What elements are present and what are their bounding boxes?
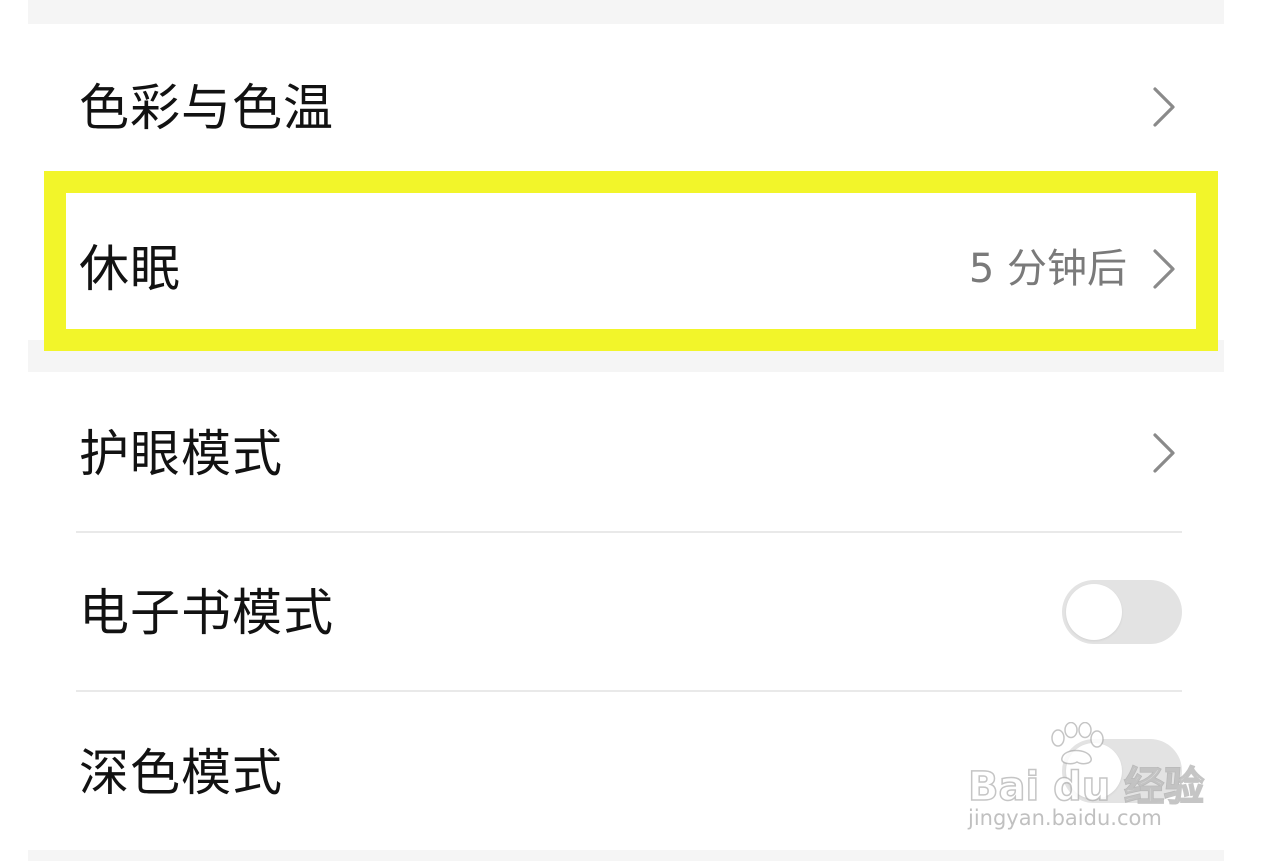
ebook-mode-label: 电子书模式 xyxy=(79,584,334,642)
eye-comfort-row[interactable]: 护眼模式 xyxy=(28,372,1224,532)
section-gap-top xyxy=(28,0,1224,24)
color-temperature-label: 色彩与色温 xyxy=(79,79,334,137)
sleep-row[interactable]: 休眠 5 分钟后 xyxy=(28,184,1224,340)
eye-comfort-label: 护眼模式 xyxy=(79,425,283,483)
toggle-knob xyxy=(1066,584,1122,640)
chevron-right-icon xyxy=(1146,247,1180,291)
section-gap-middle xyxy=(28,340,1224,372)
sleep-value: 5 分钟后 xyxy=(968,246,1127,292)
dark-mode-toggle[interactable] xyxy=(1062,739,1182,803)
chevron-right-icon xyxy=(1146,85,1180,129)
display-settings-screen: 色彩与色温 休眠 5 分钟后 护眼模式 电子书模式 深色模式 Bai du 经验… xyxy=(0,0,1262,861)
dark-mode-row: 深色模式 xyxy=(28,692,1224,850)
ebook-mode-toggle[interactable] xyxy=(1062,580,1182,644)
sleep-label: 休眠 xyxy=(79,240,181,298)
color-temperature-row[interactable]: 色彩与色温 xyxy=(28,24,1224,184)
dark-mode-label: 深色模式 xyxy=(79,744,283,802)
toggle-knob xyxy=(1066,743,1122,799)
ebook-mode-row: 电子书模式 xyxy=(28,533,1224,691)
chevron-right-icon xyxy=(1146,431,1180,475)
section-gap-bottom xyxy=(28,850,1224,861)
